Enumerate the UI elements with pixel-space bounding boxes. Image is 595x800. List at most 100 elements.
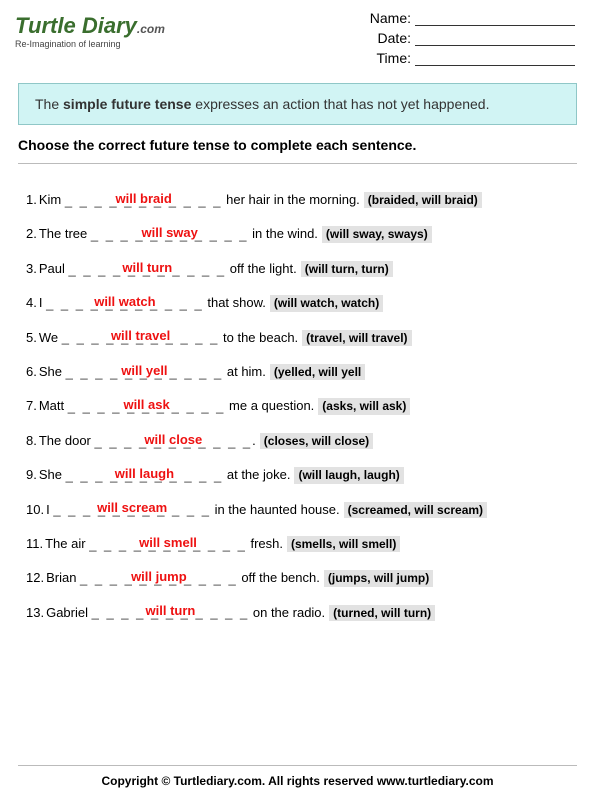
answer-blank[interactable]: _ _ _ _ _ _ _ _ _ _ _will yell — [66, 365, 224, 381]
question-after: in the haunted house. — [211, 502, 340, 517]
answer-text: will watch — [46, 294, 204, 310]
answer-text: will close — [95, 432, 253, 448]
question-number: 10. — [26, 502, 44, 517]
meta-block: Name: Date: Time: — [370, 10, 575, 70]
question-number: 1. — [26, 192, 37, 207]
question-options: (closes, will close) — [260, 433, 373, 449]
question-before: Gabriel — [46, 605, 92, 620]
question-row: 8.The door _ _ _ _ _ _ _ _ _ _ _will clo… — [26, 433, 573, 449]
question-before: Matt — [39, 398, 68, 413]
question-after: her hair in the morning. — [223, 192, 360, 207]
answer-text: will jump — [80, 569, 238, 585]
question-number: 2. — [26, 226, 37, 241]
answer-text: will travel — [62, 328, 220, 344]
logo-main: Turtle Diary — [15, 13, 137, 38]
question-number: 6. — [26, 364, 37, 379]
question-number: 8. — [26, 433, 37, 448]
answer-blank[interactable]: _ _ _ _ _ _ _ _ _ _ _will ask — [68, 399, 226, 415]
answer-blank[interactable]: _ _ _ _ _ _ _ _ _ _ _will close — [95, 434, 253, 450]
question-before: The air — [45, 536, 89, 551]
answer-blank[interactable]: _ _ _ _ _ _ _ _ _ _ _will scream — [53, 502, 211, 518]
answer-text: will turn — [68, 260, 226, 276]
date-input-line[interactable] — [415, 32, 575, 46]
question-row: 4.I _ _ _ _ _ _ _ _ _ _ _will watch that… — [26, 295, 573, 311]
answer-blank[interactable]: _ _ _ _ _ _ _ _ _ _ _will turn — [68, 262, 226, 278]
question-options: (will turn, turn) — [301, 261, 393, 277]
question-number: 13. — [26, 605, 44, 620]
question-number: 12. — [26, 570, 44, 585]
question-before: Brian — [46, 570, 80, 585]
question-options: (will sway, sways) — [322, 226, 432, 242]
question-before: Paul — [39, 261, 69, 276]
question-row: 7.Matt _ _ _ _ _ _ _ _ _ _ _will ask me … — [26, 398, 573, 414]
question-row: 12.Brian _ _ _ _ _ _ _ _ _ _ _will jump … — [26, 570, 573, 586]
question-before: She — [39, 364, 66, 379]
answer-blank[interactable]: _ _ _ _ _ _ _ _ _ _ _will laugh — [66, 468, 224, 484]
question-after: me a question. — [225, 398, 314, 413]
time-label: Time: — [377, 50, 411, 66]
instruction-text: Choose the correct future tense to compl… — [18, 137, 577, 164]
answer-text: will scream — [53, 500, 211, 516]
date-label: Date: — [378, 30, 411, 46]
time-input-line[interactable] — [415, 52, 575, 66]
answer-text: will yell — [66, 363, 224, 379]
question-row: 6.She _ _ _ _ _ _ _ _ _ _ _will yell at … — [26, 364, 573, 380]
answer-blank[interactable]: _ _ _ _ _ _ _ _ _ _ _will smell — [89, 537, 247, 553]
logo-dotcom: .com — [137, 22, 165, 36]
footer-divider — [18, 765, 577, 766]
question-options: (screamed, will scream) — [344, 502, 487, 518]
answer-blank[interactable]: _ _ _ _ _ _ _ _ _ _ _will jump — [80, 571, 238, 587]
question-after: that show. — [204, 295, 266, 310]
logo-block: Turtle Diary.com Re-Imagination of learn… — [15, 10, 165, 70]
question-before: Kim — [39, 192, 65, 207]
name-label: Name: — [370, 10, 411, 26]
question-number: 9. — [26, 467, 37, 482]
question-row: 11.The air _ _ _ _ _ _ _ _ _ _ _will sme… — [26, 536, 573, 552]
question-after: . — [252, 433, 256, 448]
answer-blank[interactable]: _ _ _ _ _ _ _ _ _ _ _will turn — [92, 605, 250, 621]
info-pre: The — [35, 96, 63, 112]
question-number: 7. — [26, 398, 37, 413]
question-options: (jumps, will jump) — [324, 570, 433, 586]
question-after: off the light. — [226, 261, 297, 276]
question-before: She — [39, 467, 66, 482]
question-row: 2.The tree _ _ _ _ _ _ _ _ _ _ _will swa… — [26, 226, 573, 242]
question-number: 11. — [26, 536, 43, 551]
question-row: 5.We _ _ _ _ _ _ _ _ _ _ _will travel to… — [26, 330, 573, 346]
question-options: (turned, will turn) — [329, 605, 435, 621]
info-post: expresses an action that has not yet hap… — [191, 96, 489, 112]
answer-text: will braid — [65, 191, 223, 207]
footer-text: Copyright © Turtlediary.com. All rights … — [101, 774, 493, 788]
question-after: in the wind. — [249, 226, 318, 241]
question-row: 3.Paul _ _ _ _ _ _ _ _ _ _ _will turn of… — [26, 261, 573, 277]
answer-text: will ask — [68, 397, 226, 413]
question-row: 1.Kim _ _ _ _ _ _ _ _ _ _ _will braid he… — [26, 192, 573, 208]
question-number: 3. — [26, 261, 37, 276]
question-after: to the beach. — [219, 330, 298, 345]
question-options: (asks, will ask) — [318, 398, 410, 414]
answer-text: will smell — [89, 535, 247, 551]
header: Turtle Diary.com Re-Imagination of learn… — [0, 0, 595, 75]
answer-text: will sway — [91, 225, 249, 241]
info-box: The simple future tense expresses an act… — [18, 83, 577, 125]
question-options: (will watch, watch) — [270, 295, 383, 311]
question-after: at him. — [223, 364, 266, 379]
question-row: 9.She _ _ _ _ _ _ _ _ _ _ _will laugh at… — [26, 467, 573, 483]
question-row: 13.Gabriel _ _ _ _ _ _ _ _ _ _ _will tur… — [26, 605, 573, 621]
answer-text: will turn — [92, 603, 250, 619]
answer-blank[interactable]: _ _ _ _ _ _ _ _ _ _ _will braid — [65, 193, 223, 209]
answer-blank[interactable]: _ _ _ _ _ _ _ _ _ _ _will travel — [62, 330, 220, 346]
question-before: The door — [39, 433, 95, 448]
answer-blank[interactable]: _ _ _ _ _ _ _ _ _ _ _will watch — [46, 296, 204, 312]
question-options: (braided, will braid) — [364, 192, 482, 208]
question-number: 5. — [26, 330, 37, 345]
question-options: (travel, will travel) — [302, 330, 411, 346]
logo-tagline: Re-Imagination of learning — [15, 39, 165, 49]
question-after: at the joke. — [223, 467, 290, 482]
answer-blank[interactable]: _ _ _ _ _ _ _ _ _ _ _will sway — [91, 227, 249, 243]
question-row: 10.I _ _ _ _ _ _ _ _ _ _ _will scream in… — [26, 502, 573, 518]
question-options: (smells, will smell) — [287, 536, 400, 552]
name-input-line[interactable] — [415, 12, 575, 26]
logo-title: Turtle Diary.com — [15, 15, 165, 37]
question-before: We — [39, 330, 62, 345]
